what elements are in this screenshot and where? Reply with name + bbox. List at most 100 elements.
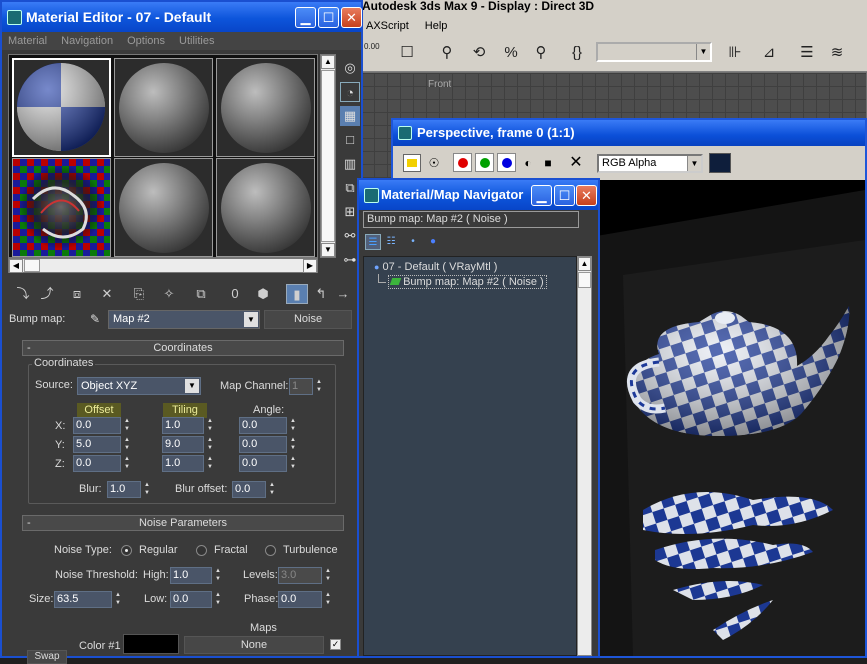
- offset-x-value[interactable]: 0.0: [73, 417, 121, 434]
- red-channel-button[interactable]: [453, 153, 472, 172]
- sample-slot-6[interactable]: [216, 158, 315, 257]
- spinner-arrows-icon[interactable]: ▲ ▼: [122, 417, 132, 434]
- sample-slot-2[interactable]: [114, 58, 213, 157]
- swap-button[interactable]: Swap: [27, 650, 67, 664]
- size-value[interactable]: 63.5: [54, 591, 112, 608]
- offset-z-value[interactable]: 0.0: [73, 455, 121, 472]
- angle-u-spinner[interactable]: 0.0 ▲ ▼: [239, 417, 299, 434]
- view-small-icons-icon[interactable]: •: [405, 234, 421, 250]
- close-button[interactable]: ✕: [576, 185, 597, 206]
- tree-node-bump-map[interactable]: Bump map: Map #2 ( Noise ): [388, 275, 547, 289]
- spinner-arrows-icon[interactable]: ▲ ▼: [205, 455, 215, 472]
- named-selection-sets-icon[interactable]: {}: [566, 42, 588, 64]
- sample-slot-5[interactable]: [114, 158, 213, 257]
- view-list-icons-icon[interactable]: ☷: [383, 234, 399, 250]
- get-material-icon[interactable]: ⤵: [12, 284, 34, 304]
- noise-type-turbulence-radio[interactable]: [265, 545, 276, 556]
- spinner-arrows-icon[interactable]: ▲ ▼: [323, 591, 333, 608]
- spinner-arrows-icon[interactable]: ▲ ▼: [113, 591, 123, 608]
- offset-x-spinner[interactable]: 0.0 ▲ ▼: [73, 417, 133, 434]
- menu-maxscript[interactable]: AXScript: [366, 20, 409, 32]
- low-value[interactable]: 0.0: [170, 591, 212, 608]
- align-icon[interactable]: ⊿: [758, 42, 780, 64]
- alpha-channel-icon[interactable]: ◐: [519, 154, 537, 172]
- video-color-check-icon[interactable]: ▥: [340, 154, 360, 174]
- color1-map-enable-checkbox[interactable]: ✓: [330, 639, 341, 650]
- spinner-arrows-icon[interactable]: ▲ ▼: [122, 436, 132, 453]
- display-channel-select[interactable]: RGB Alpha ▼: [597, 154, 703, 173]
- navigator-vertical-scrollbar[interactable]: ▲: [577, 256, 592, 656]
- levels-value[interactable]: 3.0: [278, 567, 322, 584]
- menu-navigation[interactable]: Navigation: [61, 35, 113, 47]
- scroll-thumb[interactable]: [321, 70, 335, 242]
- spinner-arrows-icon[interactable]: ▲ ▼: [213, 567, 223, 584]
- map-channel-value[interactable]: 1: [289, 378, 313, 395]
- spinner-arrows-icon[interactable]: ▲ ▼: [288, 436, 298, 453]
- tiling-x-spinner[interactable]: 1.0 ▲ ▼: [162, 417, 216, 434]
- backlight-icon[interactable]: ◔: [340, 82, 360, 102]
- sample-slot-3[interactable]: [216, 58, 315, 157]
- show-map-in-viewport-icon[interactable]: ⬢: [252, 284, 274, 304]
- reset-map-icon[interactable]: ✕: [96, 284, 118, 304]
- menu-material[interactable]: Material: [8, 35, 47, 47]
- sample-slots-horizontal-scrollbar[interactable]: ◀ ▶: [8, 258, 318, 273]
- show-end-result-icon[interactable]: ▮: [286, 284, 308, 304]
- coordinates-rollout-header[interactable]: - Coordinates: [22, 340, 344, 356]
- spinner-arrows-icon[interactable]: ▲ ▼: [205, 417, 215, 434]
- sample-slot-4[interactable]: [12, 158, 111, 257]
- clone-frame-icon[interactable]: ☉: [425, 154, 443, 172]
- high-spinner[interactable]: 1.0 ▲ ▼: [170, 567, 224, 584]
- map-name-select[interactable]: Map #2 ▼: [108, 310, 260, 329]
- color1-map-button[interactable]: None: [184, 636, 324, 654]
- tiling-x-value[interactable]: 1.0: [162, 417, 204, 434]
- monochrome-icon[interactable]: ■: [539, 154, 557, 172]
- offset-y-value[interactable]: 5.0: [73, 436, 121, 453]
- maximize-button[interactable]: ☐: [554, 185, 575, 206]
- minimize-button[interactable]: ▁: [295, 7, 316, 28]
- blue-channel-button[interactable]: [497, 153, 516, 172]
- noise-type-regular-label[interactable]: Regular: [139, 544, 178, 556]
- spinner-arrows-icon[interactable]: ▲ ▼: [142, 481, 152, 498]
- snap-3d-icon[interactable]: ⚲: [436, 42, 458, 64]
- view-list-icon[interactable]: ☰: [365, 234, 381, 250]
- angle-w-spinner[interactable]: 0.0 ▲ ▼: [239, 455, 299, 472]
- offset-y-spinner[interactable]: 5.0 ▲ ▼: [73, 436, 133, 453]
- spinner-arrows-icon[interactable]: ▲ ▼: [213, 591, 223, 608]
- make-unique-icon[interactable]: ✧: [158, 284, 180, 304]
- scroll-left-icon[interactable]: ◀: [9, 259, 23, 273]
- clear-icon[interactable]: ✕: [567, 154, 585, 172]
- tiling-z-value[interactable]: 1.0: [162, 455, 204, 472]
- spinner-arrows-icon[interactable]: ▲ ▼: [323, 567, 333, 584]
- angle-v-value[interactable]: 0.0: [239, 436, 287, 453]
- map-channel-spinner[interactable]: 1 ▲ ▼: [289, 378, 325, 395]
- noise-type-turbulence-label[interactable]: Turbulence: [283, 544, 338, 556]
- spinner-arrows-icon[interactable]: ▲ ▼: [122, 455, 132, 472]
- scroll-up-icon[interactable]: ▲: [321, 55, 335, 69]
- noise-parameters-rollout-header[interactable]: - Noise Parameters: [22, 515, 344, 531]
- tree-node-material[interactable]: ● 07 - Default ( VRayMtl ): [374, 261, 497, 273]
- noise-type-fractal-radio[interactable]: [196, 545, 207, 556]
- green-channel-button[interactable]: [475, 153, 494, 172]
- spinner-arrows-icon[interactable]: ▲ ▼: [288, 455, 298, 472]
- scroll-up-icon[interactable]: ▲: [578, 257, 591, 271]
- percent-snap-icon[interactable]: %: [500, 42, 522, 64]
- view-large-icons-icon[interactable]: ●: [425, 234, 441, 250]
- offset-z-spinner[interactable]: 0.0 ▲ ▼: [73, 455, 133, 472]
- put-material-icon[interactable]: ⤴: [36, 284, 58, 304]
- pick-material-from-object-icon[interactable]: ✎: [86, 310, 104, 328]
- sample-slots-vertical-scrollbar[interactable]: ▲ ▼: [320, 54, 336, 258]
- make-copy-icon[interactable]: ⎘: [128, 284, 150, 304]
- angle-snap-icon[interactable]: ⟲: [468, 42, 490, 64]
- close-button[interactable]: ✕: [341, 7, 362, 28]
- levels-spinner[interactable]: 3.0 ▲ ▼: [278, 567, 334, 584]
- phase-value[interactable]: 0.0: [278, 591, 322, 608]
- blur-value[interactable]: 1.0: [107, 481, 141, 498]
- maximize-button[interactable]: ☐: [318, 7, 339, 28]
- spinner-arrows-icon[interactable]: ▲ ▼: [314, 378, 324, 395]
- spinner-arrows-icon[interactable]: ▲ ▼: [205, 436, 215, 453]
- tiling-y-value[interactable]: 9.0: [162, 436, 204, 453]
- go-to-parent-icon[interactable]: ↰: [310, 284, 332, 304]
- phase-spinner[interactable]: 0.0 ▲ ▼: [278, 591, 334, 608]
- curve-editor-icon[interactable]: ≋: [826, 42, 848, 64]
- edit-named-selection-icon[interactable]: ☐: [396, 42, 418, 64]
